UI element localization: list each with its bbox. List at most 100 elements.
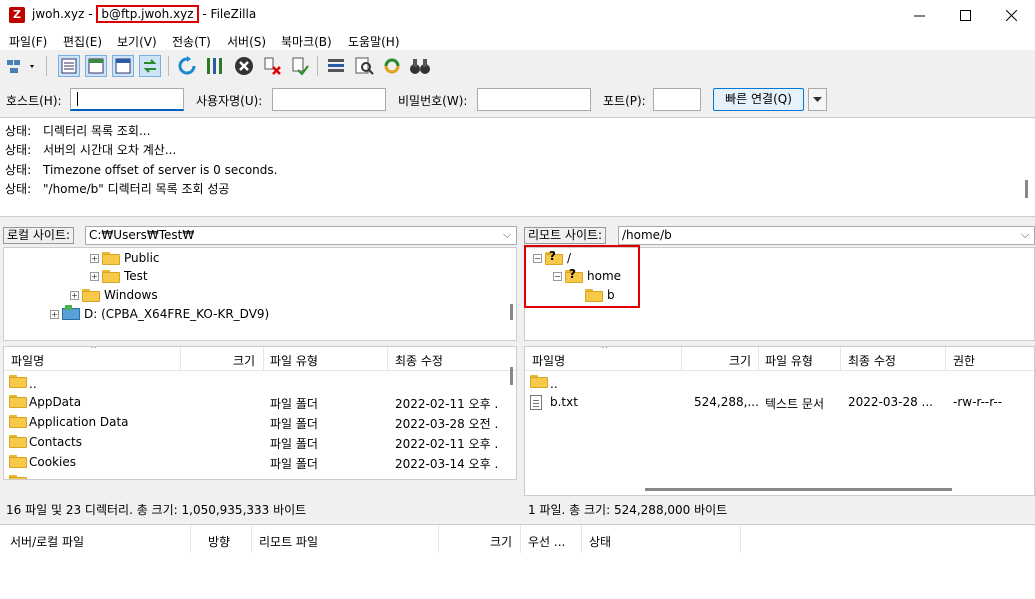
quickconnect-button[interactable]: 빠른 연결(Q): [713, 88, 804, 111]
toggle-log-button[interactable]: [58, 55, 80, 77]
col-header-type[interactable]: 파일 유형: [765, 352, 813, 369]
col-header-size[interactable]: 크기: [233, 352, 255, 369]
local-tree-scrollbar[interactable]: [510, 304, 513, 320]
column-divider[interactable]: [740, 525, 741, 553]
menu-server[interactable]: 서버(S): [227, 33, 266, 50]
menu-bookmarks[interactable]: 북마크(B): [281, 33, 332, 50]
close-button[interactable]: [988, 0, 1034, 30]
tree-item-windows[interactable]: + Windows: [70, 286, 158, 304]
minimize-button[interactable]: [896, 0, 942, 30]
col-header-filename[interactable]: 파일명: [532, 352, 565, 369]
tree-item-drive-d[interactable]: + D: (CPBA_X64FRE_KO-KR_DV9): [50, 305, 269, 323]
column-divider[interactable]: [438, 525, 439, 553]
maximize-button[interactable]: [942, 0, 988, 30]
remote-list-hscrollbar[interactable]: [645, 488, 952, 491]
file-type: 파일 폴더: [270, 457, 318, 471]
message-log[interactable]: 상태: 디렉터리 목록 조회... 상태: 서버의 시간대 오차 계산... 상태:…: [0, 117, 1035, 217]
column-divider[interactable]: [581, 525, 582, 553]
disconnect-button[interactable]: [261, 55, 283, 77]
queue-col-size[interactable]: 크기: [490, 533, 512, 550]
remote-site-bar: 리모트 사이트: /home/b ⌵: [524, 224, 1035, 246]
column-divider[interactable]: [251, 525, 252, 553]
port-input[interactable]: [653, 88, 701, 111]
sync-browse-button[interactable]: [381, 55, 403, 77]
chevron-down-icon[interactable]: ⌵: [503, 228, 511, 242]
remote-path-input[interactable]: /home/b: [618, 226, 1035, 245]
expand-icon[interactable]: +: [50, 309, 59, 319]
expand-icon[interactable]: +: [90, 253, 99, 263]
col-header-permissions[interactable]: 권한: [953, 352, 975, 369]
column-divider[interactable]: [520, 525, 521, 553]
col-header-size[interactable]: 크기: [729, 352, 751, 369]
column-divider[interactable]: [190, 525, 191, 553]
file-row[interactable]: b.txt 524,288,... 텍스트 문서 2022-03-28 ... …: [525, 392, 1034, 412]
queue-col-local-file[interactable]: 서버/로컬 파일: [10, 533, 84, 550]
local-path-input[interactable]: C:₩Users₩Test₩: [85, 226, 517, 245]
process-queue-button[interactable]: [203, 55, 225, 77]
local-list-header: 파일명 ^ 크기 파일 유형 최종 수정: [4, 347, 516, 371]
column-divider[interactable]: [387, 347, 388, 371]
toggle-local-tree-button[interactable]: [85, 55, 107, 77]
chevron-down-icon[interactable]: ⌵: [1021, 228, 1029, 242]
column-divider[interactable]: [945, 347, 946, 371]
menu-file[interactable]: 파일(F): [9, 33, 47, 50]
file-type: 파일 폴더: [270, 417, 318, 431]
remote-file-list[interactable]: 파일명 ^ 크기 파일 유형 최종 수정 권한 .. b.txt 524,288…: [524, 346, 1035, 496]
filezilla-icon: Z: [9, 7, 25, 23]
reconnect-button[interactable]: [289, 55, 311, 77]
col-header-filename[interactable]: 파일명: [11, 352, 44, 369]
file-row[interactable]: ..: [4, 372, 516, 392]
compare-button[interactable]: [353, 55, 375, 77]
menu-bar: 파일(F) 편집(E) 보기(V) 전송(T) 서버(S) 북마크(B) 도움말…: [0, 30, 1035, 50]
column-divider[interactable]: [758, 347, 759, 371]
file-row[interactable]: ..: [525, 372, 1034, 392]
transfer-queue[interactable]: 서버/로컬 파일 방향 리모트 파일 크기 우선 ... 상태: [0, 524, 1035, 599]
search-button[interactable]: [409, 55, 431, 77]
column-divider[interactable]: [681, 347, 682, 371]
expand-icon[interactable]: +: [70, 290, 79, 300]
username-label: 사용자명(U):: [196, 94, 263, 108]
file-row-partial[interactable]: [4, 472, 516, 479]
menu-transfer[interactable]: 전송(T): [172, 33, 211, 50]
menu-view[interactable]: 보기(V): [117, 33, 157, 50]
queue-col-direction[interactable]: 방향: [208, 533, 230, 550]
tree-item-test[interactable]: + Test: [90, 267, 148, 285]
tree-item-public[interactable]: + Public: [90, 249, 160, 267]
col-header-type[interactable]: 파일 유형: [270, 352, 318, 369]
folder-icon: [82, 288, 100, 302]
host-input[interactable]: [70, 88, 184, 111]
site-manager-icon: [7, 60, 34, 73]
file-row[interactable]: Application Data 파일 폴더 2022-03-28 오전 .: [4, 412, 516, 432]
username-input[interactable]: [272, 88, 386, 111]
password-input[interactable]: [477, 88, 591, 111]
filter-button[interactable]: [325, 55, 347, 77]
cancel-operation-button[interactable]: [233, 55, 255, 77]
queue-col-priority[interactable]: 우선 ...: [528, 533, 565, 550]
toggle-queue-button[interactable]: [139, 55, 161, 77]
file-row[interactable]: Cookies 파일 폴더 2022-03-14 오후 .: [4, 452, 516, 472]
file-name: b.txt: [550, 395, 578, 409]
local-file-list[interactable]: 파일명 ^ 크기 파일 유형 최종 수정 .. AppData 파일 폴더 20…: [3, 346, 517, 480]
column-divider[interactable]: [180, 347, 181, 371]
quickconnect-bar: 호스트(H): 사용자명(U): 비밀번호(W): 포트(P):: [0, 84, 1035, 114]
refresh-button[interactable]: [176, 55, 198, 77]
col-header-modified[interactable]: 최종 수정: [395, 352, 443, 369]
column-divider[interactable]: [263, 347, 264, 371]
quickconnect-dropdown-button[interactable]: [808, 88, 827, 111]
site-manager-button[interactable]: [6, 55, 36, 77]
local-list-scrollbar[interactable]: [510, 367, 513, 385]
menu-edit[interactable]: 편집(E): [63, 33, 102, 50]
queue-col-remote-file[interactable]: 리모트 파일: [259, 533, 318, 550]
toggle-remote-tree-button[interactable]: [112, 55, 134, 77]
col-header-modified[interactable]: 최종 수정: [848, 352, 896, 369]
expand-icon[interactable]: +: [90, 271, 99, 281]
filter-icon: [328, 59, 344, 72]
file-row[interactable]: Contacts 파일 폴더 2022-02-11 오후 .: [4, 432, 516, 452]
log-scrollbar[interactable]: [1025, 180, 1028, 198]
toolbar-separator: [317, 56, 318, 76]
file-row[interactable]: AppData 파일 폴더 2022-02-11 오후 .: [4, 392, 516, 412]
queue-col-status[interactable]: 상태: [589, 533, 611, 550]
menu-help[interactable]: 도움말(H): [348, 33, 400, 50]
local-tree[interactable]: + Public + Test + Windows + D: (CPBA_X64…: [3, 247, 517, 341]
column-divider[interactable]: [840, 347, 841, 371]
